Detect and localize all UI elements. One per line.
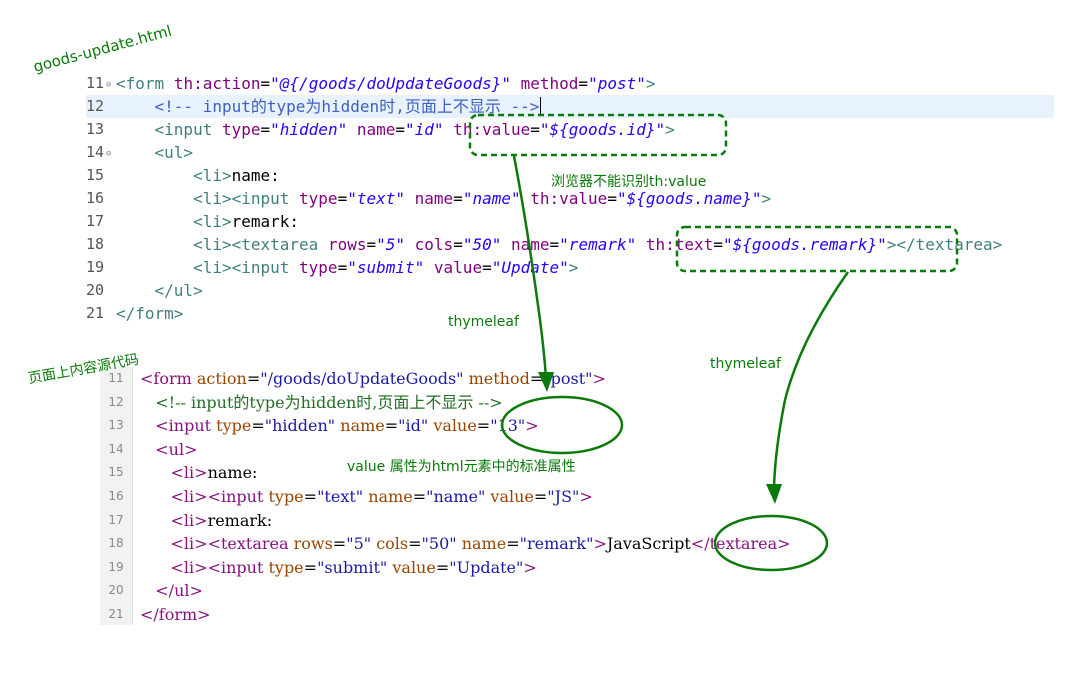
browser-note-label: 浏览器不能识别th:value [551, 174, 707, 190]
thymeleaf-arrow-right [772, 271, 850, 489]
th-text-highlight-box [675, 225, 959, 273]
th-value-highlight-box [468, 113, 728, 157]
fold-marker-icon[interactable]: ⊖ [106, 149, 111, 159]
value-note-label: value 属性为html元素中的标准属性 [347, 459, 576, 475]
javascript-text-circle [713, 514, 829, 572]
arrowhead-left-icon [538, 372, 554, 392]
fold-marker-icon[interactable]: ⊖ [106, 80, 111, 90]
arrowhead-right-icon [766, 484, 782, 504]
thymeleaf-arrow-left [512, 155, 548, 379]
thymeleaf-label-left: thymeleaf [448, 314, 519, 330]
value-attribute-circle [500, 395, 624, 455]
annotation-overlay [468, 113, 959, 572]
thymeleaf-label-right: thymeleaf [710, 356, 781, 372]
